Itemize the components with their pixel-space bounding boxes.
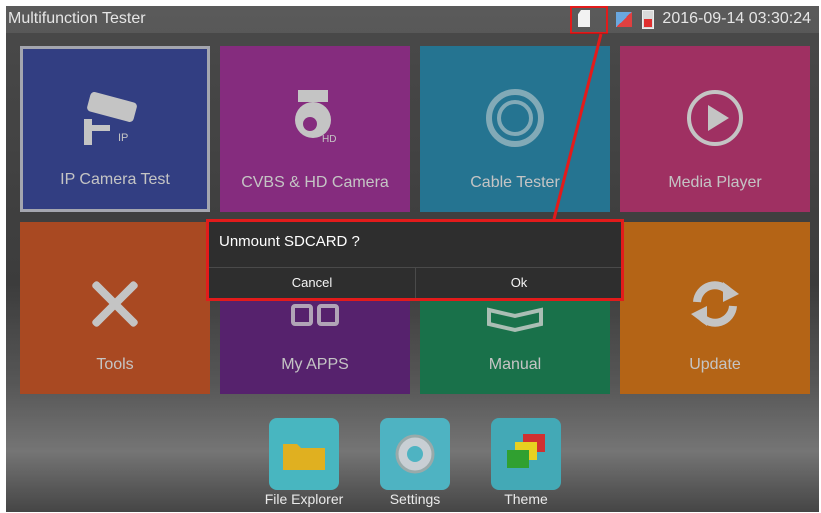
device-screen: Multifunction Tester 2016-09-14 03:30:24… [6, 6, 819, 512]
app-title: Multifunction Tester [8, 10, 146, 27]
sdcard-highlight-box [570, 6, 608, 34]
folder-icon [283, 444, 325, 470]
settings-gear-icon [395, 434, 435, 474]
status-bar: Multifunction Tester 2016-09-14 03:30:24 [6, 6, 819, 34]
dialog-message: Unmount SDCARD ? [219, 233, 360, 250]
status-datetime: 2016-09-14 03:30:24 [662, 10, 811, 27]
battery-icon [642, 10, 654, 29]
network-icon [616, 12, 632, 27]
dock-label: Theme [504, 491, 548, 507]
ok-button[interactable]: Ok [416, 268, 622, 298]
theme-icon [507, 434, 545, 468]
dock-settings[interactable]: Settings [380, 418, 450, 507]
cancel-button[interactable]: Cancel [209, 268, 416, 298]
unmount-dialog: Unmount SDCARD ? Cancel Ok [206, 219, 624, 301]
dock-file-explorer[interactable]: File Explorer [265, 418, 343, 507]
dock-theme[interactable]: Theme [491, 418, 561, 507]
